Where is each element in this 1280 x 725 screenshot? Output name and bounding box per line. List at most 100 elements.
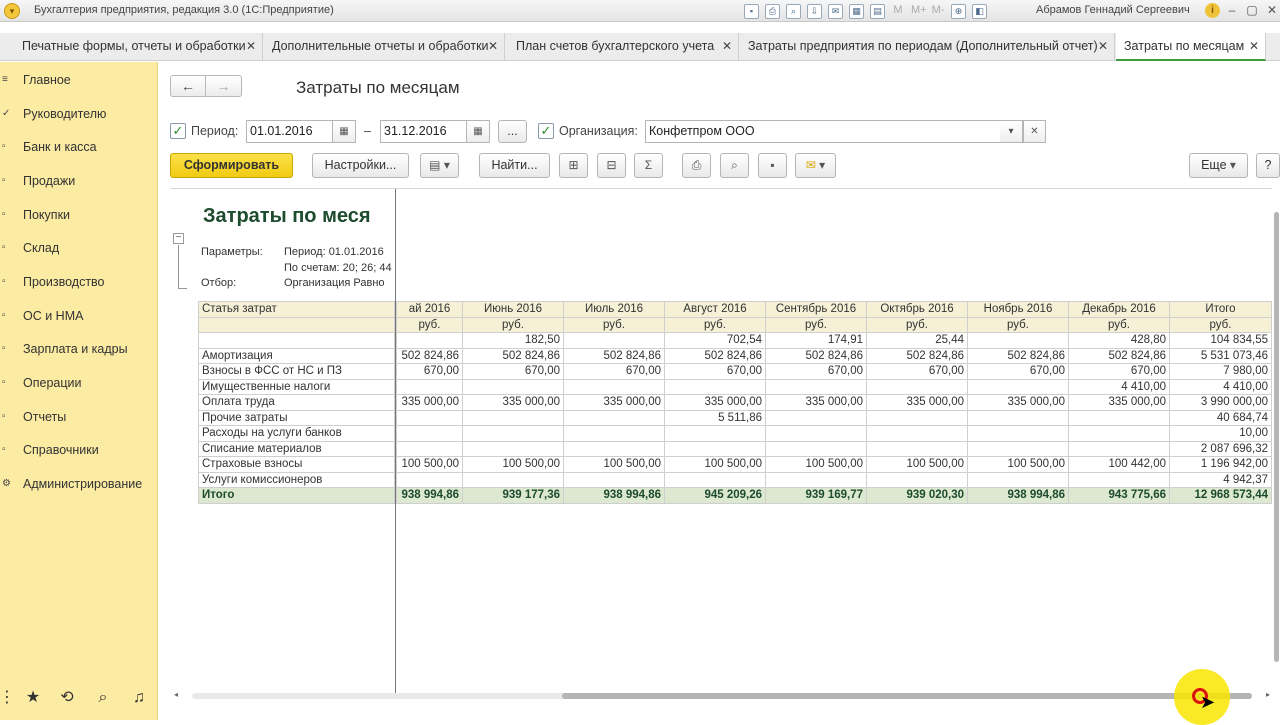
table-cell[interactable]: [563, 332, 665, 349]
sum-button[interactable]: Σ: [634, 153, 663, 178]
table-cell[interactable]: 502 824,86: [396, 347, 463, 364]
table-cell[interactable]: [1068, 425, 1170, 442]
table-cell[interactable]: 335 000,00: [967, 394, 1069, 411]
tab-chart-of-accounts[interactable]: План счетов бухгалтерского учета ✕: [508, 33, 739, 61]
variants-button[interactable]: ▤ ▾: [420, 153, 459, 178]
table-cell[interactable]: 335 000,00: [664, 394, 766, 411]
column-header-unit[interactable]: руб.: [664, 316, 766, 333]
vertical-scrollbar[interactable]: [1274, 212, 1279, 662]
print-icon[interactable]: ⎙: [765, 3, 780, 19]
table-cell[interactable]: 335 000,00: [462, 394, 564, 411]
table-cell[interactable]: 100 500,00: [664, 456, 766, 473]
row-label[interactable]: Амортизация: [198, 347, 395, 364]
row-label[interactable]: Расходы на услуги банков: [198, 425, 395, 442]
maximize-icon[interactable]: ▢: [1244, 2, 1260, 18]
forward-button[interactable]: →: [206, 75, 242, 97]
scroll-right-icon[interactable]: ▸: [1266, 690, 1270, 699]
settings-button[interactable]: Настройки...: [312, 153, 409, 178]
column-header-unit[interactable]: руб.: [1068, 316, 1170, 333]
tab-costs-by-period[interactable]: Затраты предприятия по периодам (Дополни…: [740, 33, 1115, 61]
zoom-icon[interactable]: ⊕: [951, 3, 966, 19]
scroll-left-icon[interactable]: ◂: [174, 690, 178, 699]
save-icon[interactable]: ▪: [744, 3, 759, 19]
table-cell[interactable]: 25,44: [866, 332, 968, 349]
table-cell[interactable]: 40 684,74: [1169, 409, 1272, 426]
table-cell[interactable]: 502 824,86: [967, 347, 1069, 364]
more-button[interactable]: Еще ▾: [1189, 153, 1248, 178]
total-cell[interactable]: 945 209,26: [664, 487, 766, 504]
table-cell[interactable]: 670,00: [765, 363, 867, 380]
table-cell[interactable]: [664, 425, 766, 442]
calc-icon[interactable]: ▤: [870, 3, 885, 19]
column-header-month[interactable]: Декабрь 2016: [1068, 301, 1170, 318]
mail-icon[interactable]: ✉: [828, 3, 843, 19]
table-cell[interactable]: [462, 378, 564, 395]
row-label[interactable]: [198, 332, 395, 349]
table-cell[interactable]: 100 500,00: [563, 456, 665, 473]
send-button[interactable]: ✉ ▾: [795, 153, 836, 178]
table-cell[interactable]: [396, 332, 463, 349]
table-cell[interactable]: [967, 425, 1069, 442]
table-cell[interactable]: 502 824,86: [563, 347, 665, 364]
table-cell[interactable]: [866, 471, 968, 488]
close-icon[interactable]: ✕: [488, 33, 498, 60]
table-cell[interactable]: [866, 409, 968, 426]
table-cell[interactable]: [396, 440, 463, 457]
table-cell[interactable]: [462, 409, 564, 426]
link-icon[interactable]: ⇩: [807, 3, 822, 19]
column-header-month[interactable]: Итого: [1169, 301, 1272, 318]
total-cell[interactable]: 939 020,30: [866, 487, 968, 504]
help-button[interactable]: ?: [1256, 153, 1280, 178]
back-button[interactable]: ←: [170, 75, 206, 97]
close-icon[interactable]: ✕: [1098, 33, 1108, 60]
organization-checkbox[interactable]: ✓: [538, 123, 554, 139]
calendar-icon[interactable]: ▦: [849, 3, 864, 19]
total-cell[interactable]: 939 177,36: [462, 487, 564, 504]
period-select-button[interactable]: ...: [498, 120, 527, 143]
table-cell[interactable]: [462, 471, 564, 488]
table-cell[interactable]: [563, 440, 665, 457]
table-cell[interactable]: [396, 409, 463, 426]
table-cell[interactable]: [1068, 409, 1170, 426]
table-cell[interactable]: 4 942,37: [1169, 471, 1272, 488]
table-cell[interactable]: 670,00: [866, 363, 968, 380]
report-spreadsheet[interactable]: − Затраты по меся Параметры: Период: 01.…: [170, 188, 1272, 694]
table-cell[interactable]: [462, 425, 564, 442]
table-cell[interactable]: [967, 471, 1069, 488]
period-from-field[interactable]: 01.01.2016: [246, 120, 333, 143]
collapse-group-icon[interactable]: −: [173, 233, 184, 244]
column-header-month[interactable]: Октябрь 2016: [866, 301, 968, 318]
total-cell[interactable]: 12 968 573,44: [1169, 487, 1272, 504]
table-cell[interactable]: 10,00: [1169, 425, 1272, 442]
table-cell[interactable]: [967, 332, 1069, 349]
table-cell[interactable]: 104 834,55: [1169, 332, 1272, 349]
table-cell[interactable]: [866, 425, 968, 442]
row-label[interactable]: Услуги комиссионеров: [198, 471, 395, 488]
column-header-unit[interactable]: руб.: [866, 316, 968, 333]
print-button[interactable]: ⎙: [682, 153, 711, 178]
column-header-month[interactable]: Июль 2016: [563, 301, 665, 318]
column-header-month[interactable]: Сентябрь 2016: [765, 301, 867, 318]
table-cell[interactable]: 670,00: [967, 363, 1069, 380]
table-cell[interactable]: [866, 440, 968, 457]
row-label[interactable]: Прочие затраты: [198, 409, 395, 426]
sidebar-item-main[interactable]: ≡ Главное: [0, 67, 158, 93]
table-cell[interactable]: 100 442,00: [1068, 456, 1170, 473]
row-label[interactable]: Оплата труда: [198, 394, 395, 411]
table-cell[interactable]: 2 087 696,32: [1169, 440, 1272, 457]
column-header-item[interactable]: Статья затрат: [198, 301, 395, 318]
organization-field[interactable]: Конфетпром ООО: [645, 120, 1001, 143]
table-cell[interactable]: 5 511,86: [664, 409, 766, 426]
sidebar-item-administration[interactable]: ⚙ Администрирование: [0, 471, 158, 497]
table-cell[interactable]: [563, 409, 665, 426]
tab-additional-reports[interactable]: Дополнительные отчеты и обработки ✕: [264, 33, 505, 61]
close-icon[interactable]: ✕: [1264, 2, 1280, 18]
table-cell[interactable]: 174,91: [765, 332, 867, 349]
memory-minus-icon[interactable]: M-: [931, 4, 945, 19]
memory-icon[interactable]: M: [891, 4, 905, 19]
clear-icon[interactable]: ✕: [1023, 120, 1046, 143]
table-cell[interactable]: [396, 425, 463, 442]
table-cell[interactable]: 4 410,00: [1169, 378, 1272, 395]
table-cell[interactable]: 3 990 000,00: [1169, 394, 1272, 411]
period-checkbox[interactable]: ✓: [170, 123, 186, 139]
